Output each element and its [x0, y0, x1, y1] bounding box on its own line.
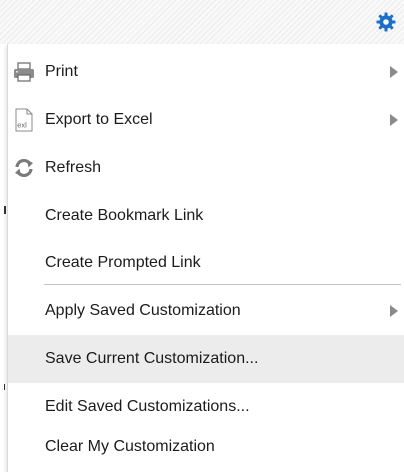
menu-item-save-current-customization[interactable]: Save Current Customization...: [8, 335, 404, 383]
menu-item-refresh[interactable]: Refresh: [8, 144, 404, 192]
chevron-right-icon: [390, 66, 398, 78]
menu-item-label: Refresh: [45, 159, 102, 176]
menu-item-label: Clear My Customization: [45, 438, 215, 455]
menu-divider: [44, 284, 401, 285]
report-header-strip: [0, 0, 404, 44]
refresh-icon: [12, 156, 36, 180]
menu-item-print[interactable]: Print: [8, 48, 404, 96]
menu-item-apply-saved-customization[interactable]: Apply Saved Customization: [8, 287, 404, 335]
chevron-right-icon: [390, 305, 398, 317]
printer-icon: [12, 60, 36, 84]
menu-item-export-to-excel[interactable]: exl Export to Excel: [8, 96, 404, 144]
menu-item-create-bookmark-link[interactable]: Create Bookmark Link: [8, 192, 404, 240]
settings-button[interactable]: [374, 10, 398, 34]
menu-item-label: Apply Saved Customization: [45, 302, 241, 319]
background-edge-mark: [4, 206, 6, 214]
menu-item-label: Create Prompted Link: [45, 254, 201, 271]
menu-item-create-prompted-link[interactable]: Create Prompted Link: [8, 239, 404, 287]
excel-file-icon: exl: [12, 108, 36, 132]
menu-item-label: Print: [45, 63, 78, 80]
menu-item-label: Export to Excel: [45, 111, 153, 128]
excel-icon-text: exl: [17, 121, 27, 130]
menu-item-label: Save Current Customization...: [45, 350, 259, 367]
chevron-right-icon: [390, 114, 398, 126]
gear-icon: [376, 12, 396, 32]
menu-item-clear-my-customization[interactable]: Clear My Customization: [8, 423, 404, 471]
background-edge-mark: [4, 384, 5, 390]
menu-item-label: Create Bookmark Link: [45, 207, 204, 224]
actions-menu: Print exl Export to Excel Refresh Create…: [7, 44, 404, 472]
